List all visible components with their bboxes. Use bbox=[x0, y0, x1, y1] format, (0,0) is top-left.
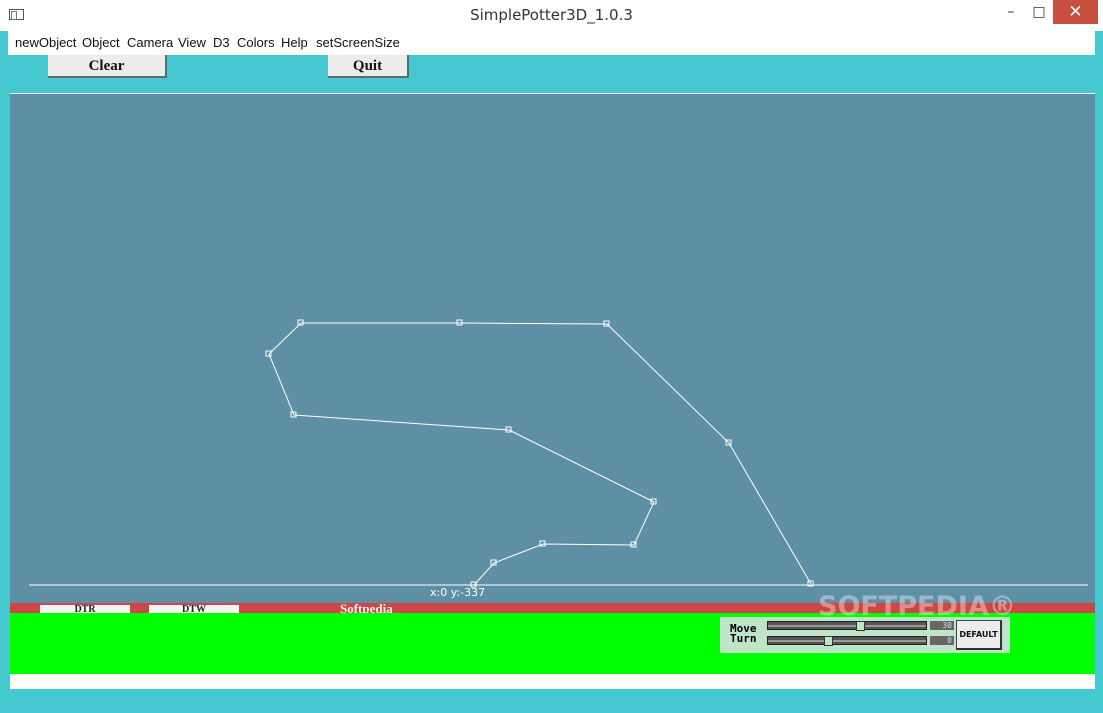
app-window: SimplePotter3D_1.0.3 – □ ✕ newObject Obj… bbox=[0, 0, 1103, 713]
turn-value: 0 bbox=[930, 636, 954, 645]
turn-slider-thumb[interactable] bbox=[824, 636, 833, 646]
softpedia-watermark-small: Softpedia bbox=[340, 603, 393, 613]
profile-drawing[interactable] bbox=[10, 94, 1095, 604]
dtr-button[interactable]: DTR bbox=[40, 605, 130, 613]
maximize-button[interactable]: □ bbox=[1025, 0, 1053, 24]
default-button[interactable]: DEFAULT bbox=[956, 620, 1002, 650]
window-title: SimplePotter3D_1.0.3 bbox=[470, 6, 633, 24]
menu-d3[interactable]: D3 bbox=[213, 35, 230, 50]
control-point[interactable] bbox=[265, 350, 272, 357]
menu-newobject[interactable]: newObject bbox=[15, 35, 76, 50]
move-slider[interactable] bbox=[767, 621, 927, 631]
dtw-button[interactable]: DTW bbox=[149, 605, 239, 613]
drawing-canvas[interactable] bbox=[10, 93, 1095, 603]
move-slider-thumb[interactable] bbox=[856, 621, 865, 631]
close-button[interactable]: ✕ bbox=[1053, 0, 1098, 24]
menu-camera[interactable]: Camera bbox=[127, 35, 173, 50]
control-point[interactable] bbox=[297, 319, 304, 326]
menu-setscreensize[interactable]: setScreenSize bbox=[316, 35, 400, 50]
menu-bar: newObject Object Camera View D3 Colors H… bbox=[8, 31, 1095, 55]
quit-button[interactable]: Quit bbox=[328, 55, 409, 78]
turn-label: Turn bbox=[730, 632, 757, 645]
minimize-button[interactable]: – bbox=[997, 0, 1025, 24]
coordinate-readout: x:0 y:-337 bbox=[430, 586, 486, 599]
menu-object[interactable]: Object bbox=[82, 35, 120, 50]
control-point[interactable] bbox=[456, 319, 463, 326]
clear-button[interactable]: Clear bbox=[48, 55, 167, 78]
menu-colors[interactable]: Colors bbox=[237, 35, 275, 50]
title-bar: SimplePotter3D_1.0.3 – □ ✕ bbox=[0, 0, 1103, 31]
move-value: 30 bbox=[930, 621, 954, 630]
white-bar bbox=[10, 674, 1095, 689]
turn-slider[interactable] bbox=[767, 636, 927, 646]
menu-help[interactable]: Help bbox=[281, 35, 308, 50]
camera-controls: Move Turn 30 0 DEFAULT bbox=[720, 617, 1010, 653]
menu-view[interactable]: View bbox=[178, 35, 206, 50]
